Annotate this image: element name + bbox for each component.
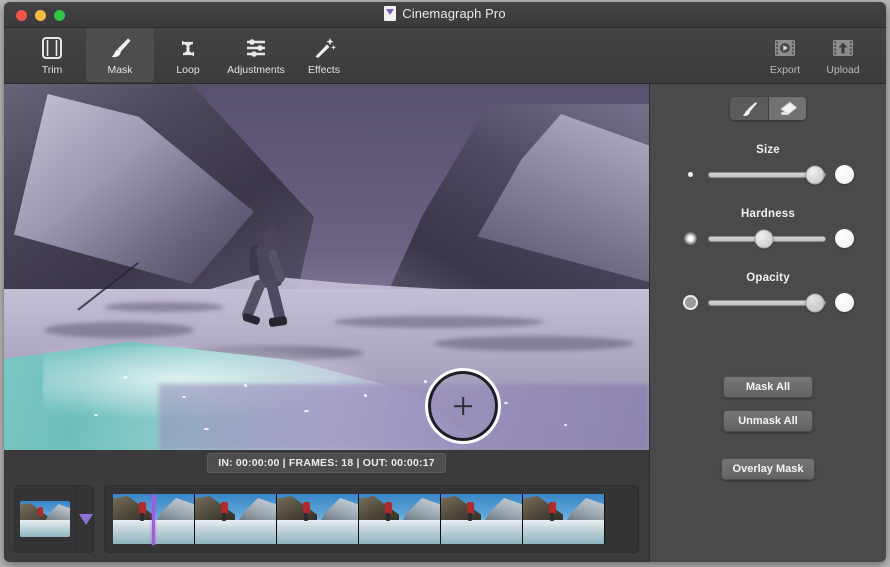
brush-tool-button[interactable] xyxy=(730,97,768,120)
brush-eraser-toggle xyxy=(730,97,806,120)
magic-wand-icon xyxy=(311,33,337,63)
window-title: Cinemagraph Pro xyxy=(402,6,505,21)
opaque-dot-icon xyxy=(835,293,854,312)
tool-effects[interactable]: Effects xyxy=(290,28,358,82)
eraser-icon xyxy=(777,100,799,118)
boot-back xyxy=(242,313,261,326)
water-sparkle xyxy=(424,380,427,383)
large-dot-icon xyxy=(835,165,854,184)
water-sparkle xyxy=(564,424,567,426)
window-title-group: Cinemagraph Pro xyxy=(4,6,886,21)
main-toolbar: Trim Mask xyxy=(4,28,886,84)
timecode-status-bar: IN: 00:00:00 | FRAMES: 18 | OUT: 00:00:1… xyxy=(4,450,649,476)
crevasse xyxy=(434,336,634,351)
crosshair-horizontal xyxy=(454,405,472,407)
water-sparkle xyxy=(94,414,98,416)
tool-label: Mask xyxy=(107,64,132,76)
hardness-slider-track[interactable] xyxy=(708,236,826,242)
water-sparkle xyxy=(204,428,209,430)
hardness-slider-group: Hardness xyxy=(650,208,886,248)
crevasse xyxy=(334,316,544,328)
filmstrip-frame[interactable] xyxy=(523,494,605,544)
chevron-down-icon[interactable] xyxy=(79,514,93,525)
video-preview-canvas[interactable] xyxy=(4,84,649,450)
size-slider-knob[interactable] xyxy=(806,165,825,184)
tool-adjustments[interactable]: Adjustments xyxy=(222,28,290,82)
inspector-panel: Size Hardness xyxy=(649,84,886,562)
crevasse xyxy=(44,322,194,338)
size-slider-group: Size xyxy=(650,144,886,184)
soft-edge-dot-icon xyxy=(683,232,699,245)
size-slider-row xyxy=(650,165,886,184)
clip-thumbnail-panel[interactable] xyxy=(14,485,94,553)
size-slider-track[interactable] xyxy=(708,172,826,178)
frame-list xyxy=(113,494,630,544)
overlay-mask-button[interactable]: Overlay Mask xyxy=(721,458,815,480)
water-sparkle xyxy=(364,394,367,397)
eraser-tool-button[interactable] xyxy=(768,97,806,120)
tool-label: Effects xyxy=(308,64,340,76)
document-icon xyxy=(384,6,396,21)
trim-icon xyxy=(39,33,65,63)
divider xyxy=(75,486,76,552)
opacity-slider-knob[interactable] xyxy=(806,293,825,312)
tool-export[interactable]: Export xyxy=(756,28,814,82)
editor-column: IN: 00:00:00 | FRAMES: 18 | OUT: 00:00:1… xyxy=(4,84,649,562)
hardness-label: Hardness xyxy=(650,208,886,220)
small-dot-icon xyxy=(683,172,699,177)
tool-upload[interactable]: Upload xyxy=(814,28,872,82)
mask-all-button[interactable]: Mask All xyxy=(723,376,813,398)
upload-film-arrow-icon xyxy=(831,33,855,63)
water-sparkle xyxy=(304,410,309,412)
timeline-area xyxy=(4,476,649,562)
tool-label: Upload xyxy=(826,64,859,76)
brush-icon xyxy=(107,33,133,63)
tool-mask[interactable]: Mask xyxy=(86,28,154,82)
timecode-readout: IN: 00:00:00 | FRAMES: 18 | OUT: 00:00:1… xyxy=(207,453,446,473)
export-film-play-icon xyxy=(773,33,797,63)
size-label: Size xyxy=(650,144,886,156)
filmstrip-frame[interactable] xyxy=(195,494,277,544)
masked-water-overlay xyxy=(159,384,649,450)
head xyxy=(264,227,279,245)
boot-front xyxy=(268,316,287,327)
filmstrip-frame[interactable] xyxy=(441,494,523,544)
hardness-slider-row xyxy=(650,229,886,248)
hard-edge-dot-icon xyxy=(835,229,854,248)
opacity-label: Opacity xyxy=(650,272,886,284)
tool-trim[interactable]: Trim xyxy=(18,28,86,82)
water-sparkle xyxy=(182,396,186,398)
filmstrip[interactable] xyxy=(104,485,639,553)
clip-thumbnail[interactable] xyxy=(20,501,70,537)
filmstrip-frame[interactable] xyxy=(359,494,441,544)
tool-label: Export xyxy=(770,64,800,76)
main-area: IN: 00:00:00 | FRAMES: 18 | OUT: 00:00:1… xyxy=(4,84,886,562)
tool-label: Loop xyxy=(176,64,199,76)
title-bar: Cinemagraph Pro xyxy=(4,2,886,28)
crevasse xyxy=(104,302,224,312)
tool-loop[interactable]: Loop xyxy=(154,28,222,82)
brush-cursor xyxy=(425,368,501,444)
tool-group: Trim Mask xyxy=(4,28,358,82)
export-tool-group: Export U xyxy=(756,28,872,82)
opacity-slider-track[interactable] xyxy=(708,300,826,306)
playhead[interactable] xyxy=(152,495,155,545)
water-sparkle xyxy=(124,376,127,379)
opacity-slider-row xyxy=(650,293,886,312)
tool-label: Trim xyxy=(42,64,63,76)
transparent-dot-icon xyxy=(683,295,699,310)
water-sparkle xyxy=(244,384,247,387)
hiker-figure xyxy=(242,221,298,333)
app-window: Cinemagraph Pro Trim xyxy=(4,2,886,562)
filmstrip-frame[interactable] xyxy=(277,494,359,544)
water-sparkle xyxy=(504,402,508,404)
tool-label: Adjustments xyxy=(227,64,285,76)
brush-icon xyxy=(738,100,760,118)
loop-icon xyxy=(175,33,201,63)
hardness-slider-knob[interactable] xyxy=(755,229,774,248)
opacity-slider-group: Opacity xyxy=(650,272,886,312)
unmask-all-button[interactable]: Unmask All xyxy=(723,410,813,432)
sliders-icon xyxy=(243,33,269,63)
